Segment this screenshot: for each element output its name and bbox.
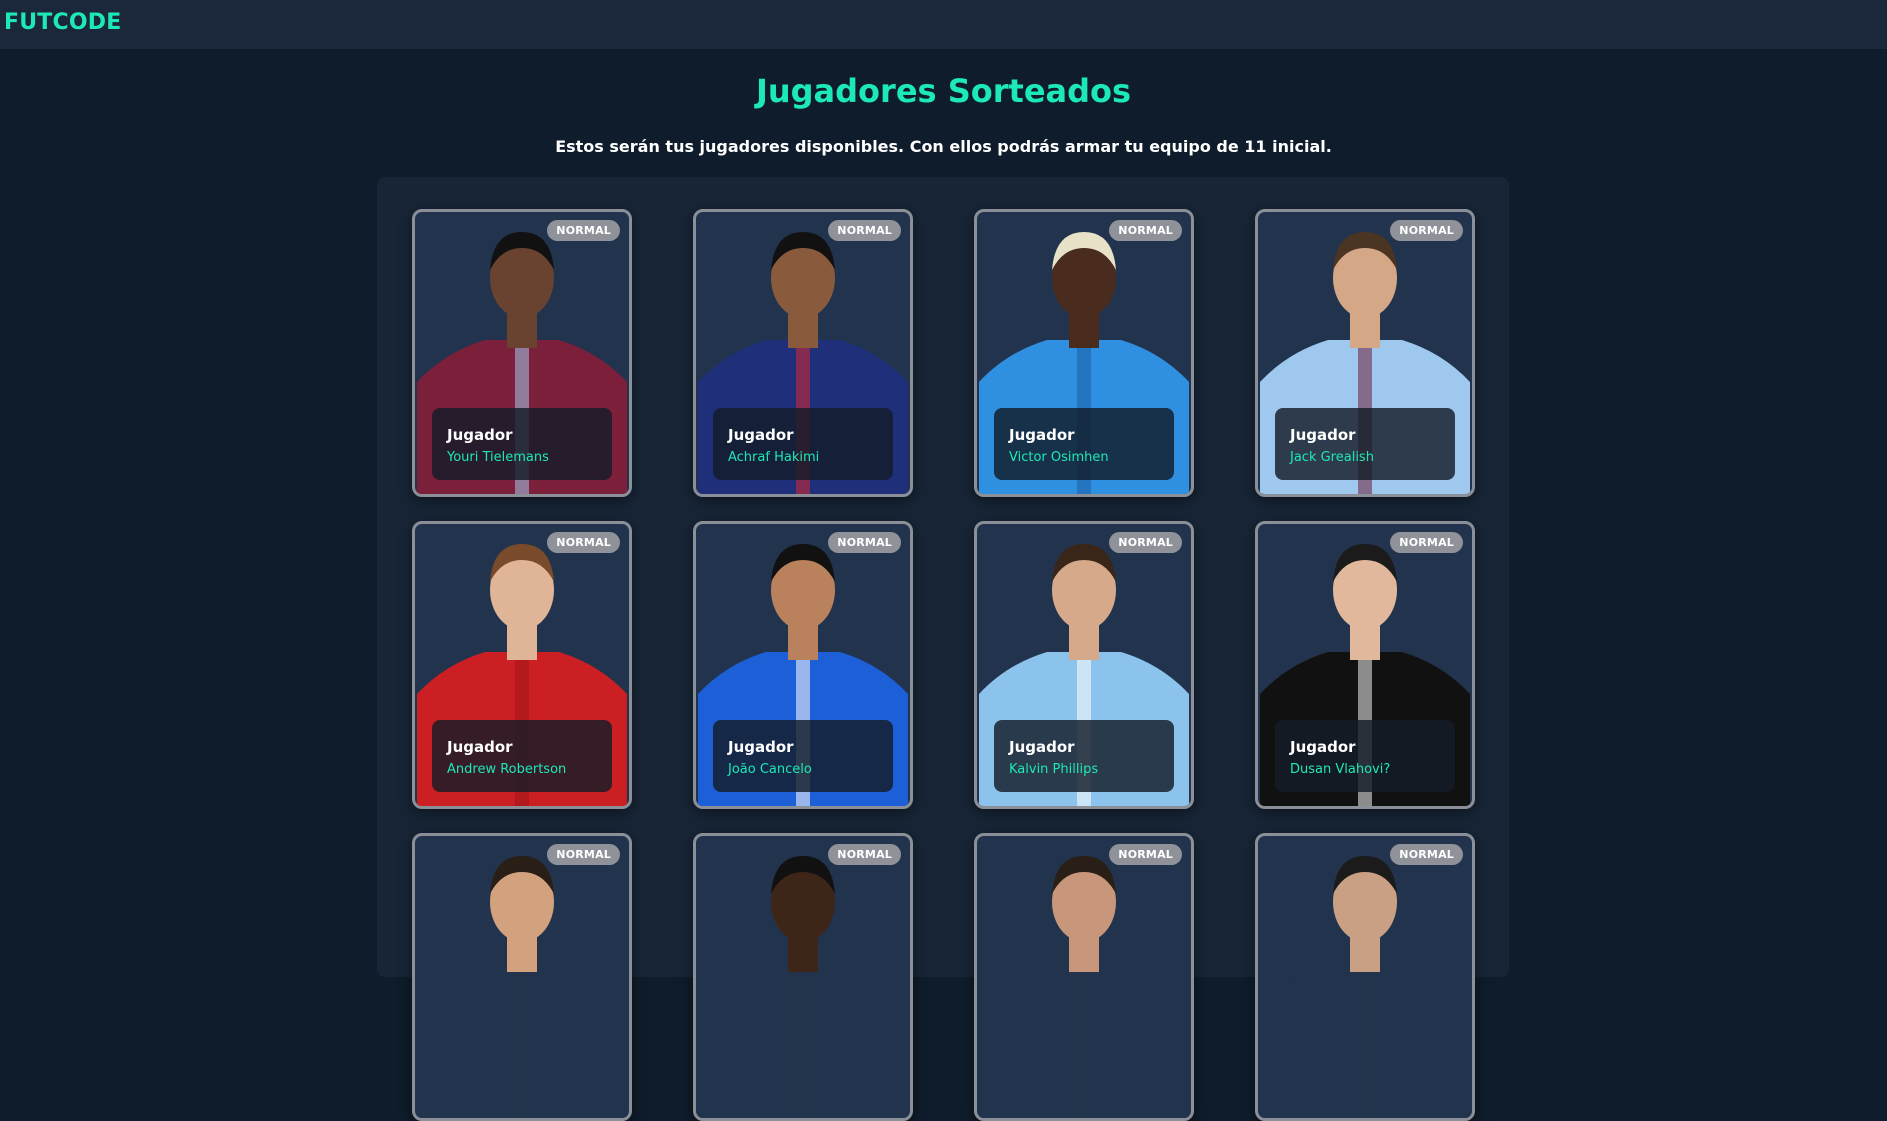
player-card[interactable]: NORMAL Jugador Youri Tielemans: [412, 209, 632, 497]
top-navbar: FUTCODE: [0, 0, 1887, 49]
player-role: Jugador: [728, 738, 794, 756]
rarity-badge: NORMAL: [547, 220, 620, 241]
player-info-box: Jugador Dusan Vlahovi?: [1275, 720, 1455, 792]
player-card[interactable]: NORMAL: [1255, 833, 1475, 1121]
rarity-badge: NORMAL: [1109, 844, 1182, 865]
player-name: Dusan Vlahovi?: [1290, 762, 1391, 777]
rarity-badge: NORMAL: [1390, 220, 1463, 241]
player-info-box: Jugador Youri Tielemans: [432, 408, 612, 480]
player-info-box: Jugador João Cancelo: [713, 720, 893, 792]
page-title: Jugadores Sorteados: [755, 72, 1132, 110]
player-info-box: Jugador Andrew Robertson: [432, 720, 612, 792]
player-card[interactable]: NORMAL Jugador Jack Grealish: [1255, 209, 1475, 497]
player-name: João Cancelo: [728, 762, 812, 777]
rarity-badge: NORMAL: [1390, 532, 1463, 553]
player-role: Jugador: [1009, 738, 1075, 756]
player-card[interactable]: NORMAL Jugador Victor Osimhen: [974, 209, 1194, 497]
player-info-box: Jugador Jack Grealish: [1275, 408, 1455, 480]
rarity-badge: NORMAL: [1390, 844, 1463, 865]
player-card[interactable]: NORMAL Jugador Achraf Hakimi: [693, 209, 913, 497]
player-photo: [698, 856, 908, 1118]
player-photo: [417, 856, 627, 1118]
player-name: Kalvin Phillips: [1009, 762, 1099, 777]
player-card[interactable]: NORMAL: [693, 833, 913, 1121]
player-info-box: Jugador Victor Osimhen: [994, 408, 1174, 480]
player-role: Jugador: [447, 738, 513, 756]
player-card[interactable]: NORMAL Jugador Andrew Robertson: [412, 521, 632, 809]
player-role: Jugador: [447, 426, 513, 444]
player-info-box: Jugador Achraf Hakimi: [713, 408, 893, 480]
player-card[interactable]: NORMAL: [412, 833, 632, 1121]
player-info-box: Jugador Kalvin Phillips: [994, 720, 1174, 792]
player-card[interactable]: NORMAL Jugador Kalvin Phillips: [974, 521, 1194, 809]
rarity-badge: NORMAL: [828, 220, 901, 241]
player-name: Jack Grealish: [1290, 450, 1374, 465]
brand-logo[interactable]: FUTCODE: [4, 10, 121, 35]
player-card[interactable]: NORMAL Jugador João Cancelo: [693, 521, 913, 809]
player-photo: [1260, 856, 1470, 1118]
rarity-badge: NORMAL: [547, 532, 620, 553]
rarity-badge: NORMAL: [828, 532, 901, 553]
rarity-badge: NORMAL: [1109, 220, 1182, 241]
player-role: Jugador: [728, 426, 794, 444]
player-role: Jugador: [1009, 426, 1075, 444]
page-subtitle: Estos serán tus jugadores disponibles. C…: [555, 137, 1332, 156]
player-name: Andrew Robertson: [447, 762, 567, 777]
rarity-badge: NORMAL: [1109, 532, 1182, 553]
player-name: Victor Osimhen: [1009, 450, 1109, 465]
player-role: Jugador: [1290, 738, 1356, 756]
player-role: Jugador: [1290, 426, 1356, 444]
player-name: Achraf Hakimi: [728, 450, 820, 465]
player-card[interactable]: NORMAL Jugador Dusan Vlahovi?: [1255, 521, 1475, 809]
player-name: Youri Tielemans: [447, 450, 549, 465]
rarity-badge: NORMAL: [547, 844, 620, 865]
rarity-badge: NORMAL: [828, 844, 901, 865]
player-card[interactable]: NORMAL: [974, 833, 1194, 1121]
player-photo: [979, 856, 1189, 1118]
